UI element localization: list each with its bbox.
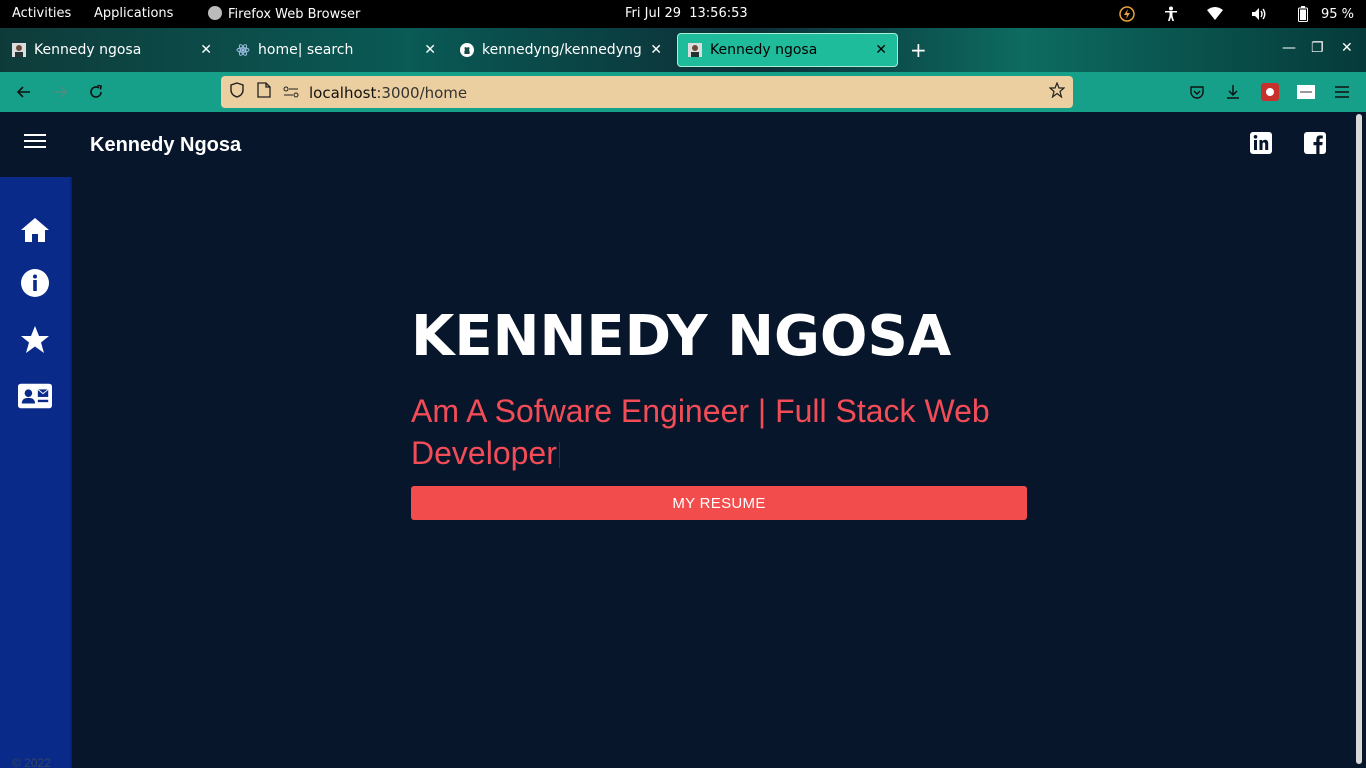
- tab-label: Kennedy ngosa: [710, 42, 818, 58]
- hero-subtitle-text: Am A Sofware Engineer | Full Stack Web D…: [411, 393, 990, 471]
- power-mode-icon: [1115, 6, 1139, 22]
- hero-title: KENNEDY NGOSA: [411, 304, 952, 369]
- url-path: :3000/home: [376, 83, 468, 102]
- page-info-icon[interactable]: [257, 82, 271, 102]
- menu-toggle-button[interactable]: [24, 134, 46, 154]
- extension-icon[interactable]: [1258, 80, 1282, 104]
- status-area[interactable]: 95 %: [1115, 4, 1354, 24]
- facebook-icon[interactable]: [1303, 131, 1327, 155]
- info-icon[interactable]: [18, 266, 52, 300]
- tracking-protection-icon[interactable]: [229, 82, 245, 102]
- activities-button[interactable]: Activities: [12, 6, 71, 21]
- bookmark-star-icon[interactable]: [1048, 81, 1066, 102]
- downloads-icon[interactable]: [1221, 80, 1245, 104]
- web-page: Kennedy Ngosa © 2022 KENNEDY NGOSA Am A …: [0, 112, 1366, 768]
- site-header: Kennedy Ngosa: [0, 112, 1352, 177]
- tab-home-search[interactable]: home| search ✕: [226, 33, 446, 67]
- back-button[interactable]: [12, 80, 36, 104]
- sidebar-nav: © 2022: [0, 177, 72, 768]
- wifi-icon: [1203, 7, 1227, 21]
- permissions-icon[interactable]: [283, 83, 299, 102]
- battery-icon: [1291, 6, 1315, 22]
- minimize-window-button[interactable]: —: [1282, 40, 1296, 56]
- restore-window-button[interactable]: ❐: [1311, 40, 1324, 56]
- clock-time: 13:56:53: [689, 6, 748, 21]
- typing-caret: [558, 442, 560, 468]
- close-tab-icon[interactable]: ✕: [200, 42, 212, 58]
- tab-label: Kennedy ngosa: [34, 42, 142, 58]
- reload-button[interactable]: [84, 80, 108, 104]
- new-tab-button[interactable]: +: [910, 38, 927, 62]
- copyright-text: © 2022: [12, 756, 51, 768]
- address-bar[interactable]: localhost:3000/home: [221, 76, 1073, 108]
- tab-kennedy-ngosa-active[interactable]: Kennedy ngosa ✕: [677, 33, 898, 67]
- contact-card-icon[interactable]: [18, 379, 52, 413]
- url-text: localhost:3000/home: [309, 83, 467, 102]
- github-icon: [460, 43, 474, 57]
- url-host: localhost: [309, 83, 377, 102]
- applications-menu[interactable]: Applications: [94, 6, 173, 21]
- home-icon[interactable]: [18, 213, 52, 247]
- forward-button[interactable]: [48, 80, 72, 104]
- browser-navigation-bar: localhost:3000/home: [0, 72, 1366, 112]
- tab-label: home| search: [258, 42, 354, 58]
- tab-github[interactable]: kennedyng/kennedyngos ✕: [450, 33, 672, 67]
- volume-icon: [1247, 7, 1271, 21]
- active-app-label: Firefox Web Browser: [228, 7, 361, 22]
- page-scrollbar[interactable]: [1356, 114, 1362, 764]
- pocket-icon[interactable]: [1185, 80, 1209, 104]
- profile-photo-icon: [12, 43, 26, 57]
- battery-percent: 95 %: [1320, 6, 1354, 22]
- hamburger-menu-icon[interactable]: [1330, 80, 1354, 104]
- firefox-icon: [208, 6, 222, 20]
- clock-date: Fri Jul 29: [625, 6, 681, 21]
- extension-icon-2[interactable]: [1294, 80, 1318, 104]
- tab-label: kennedyng/kennedyngos: [482, 42, 643, 58]
- close-tab-icon[interactable]: ✕: [875, 42, 887, 58]
- profile-photo-icon: [688, 43, 702, 57]
- close-window-button[interactable]: ✕: [1341, 40, 1353, 56]
- site-brand[interactable]: Kennedy Ngosa: [90, 134, 241, 157]
- resume-button[interactable]: MY RESUME: [411, 486, 1027, 520]
- tab-kennedy-ngosa-1[interactable]: Kennedy ngosa ✕: [2, 33, 222, 67]
- linkedin-icon[interactable]: [1249, 131, 1273, 155]
- clock[interactable]: Fri Jul 29 13:56:53: [625, 6, 748, 21]
- browser-tab-strip: Kennedy ngosa ✕ home| search ✕ kennedyng…: [0, 28, 1366, 72]
- system-top-bar: Activities Applications Firefox Web Brow…: [0, 0, 1366, 28]
- close-tab-icon[interactable]: ✕: [650, 42, 662, 58]
- close-tab-icon[interactable]: ✕: [424, 42, 436, 58]
- accessibility-icon: [1159, 6, 1183, 22]
- active-app-menu[interactable]: Firefox Web Browser: [208, 6, 360, 22]
- react-icon: [236, 43, 250, 57]
- hero-subtitle: Am A Sofware Engineer | Full Stack Web D…: [411, 390, 1051, 474]
- star-icon[interactable]: [18, 323, 52, 357]
